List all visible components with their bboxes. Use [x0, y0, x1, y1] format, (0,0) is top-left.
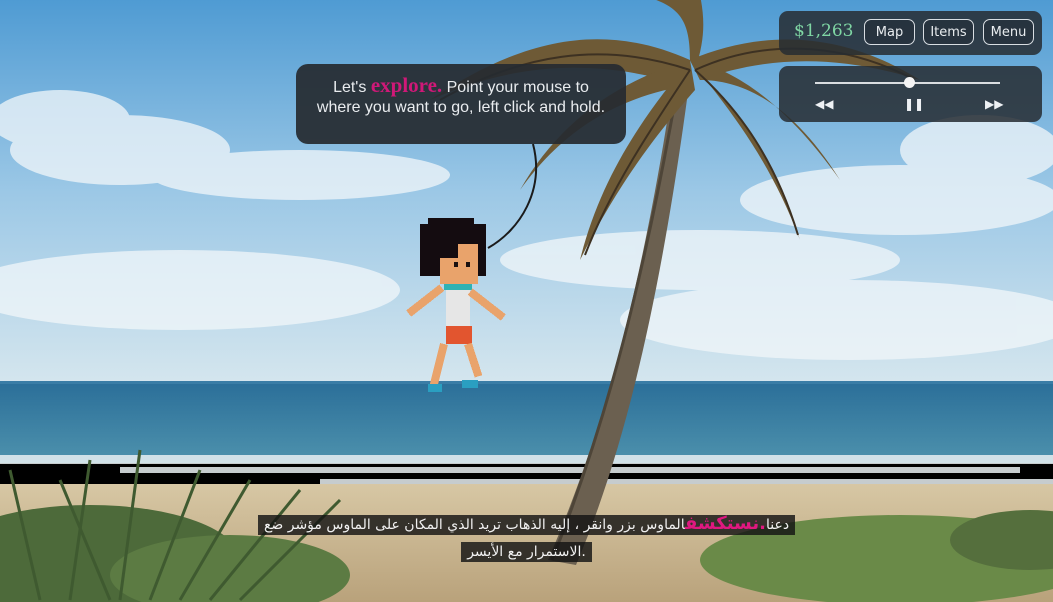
rewind-icon[interactable]: ◀◀: [815, 97, 833, 111]
dialog-prefix: Let's: [333, 79, 371, 96]
map-button[interactable]: Map: [864, 19, 915, 45]
surf: [0, 455, 1053, 485]
dialog-keyword: explore.: [370, 73, 443, 97]
subtitle-line-2: .الاستمرار مع الأيسر: [461, 542, 592, 562]
subtitle-keyword: .نستكشف: [684, 513, 766, 534]
hud-top-bar: $1,263 Map Items Menu: [779, 11, 1042, 55]
playback-progress-handle[interactable]: [904, 77, 916, 88]
subtitle-line-1: دعنا.نستكشفالماوس بزر وانقر ، إليه الذها…: [257, 513, 796, 535]
fast-forward-icon[interactable]: ▶▶: [985, 97, 1003, 111]
media-controls: ◀◀ ❚❚ ▶▶: [779, 66, 1042, 122]
subtitle: دعنا.نستكشفالماوس بزر وانقر ، إليه الذها…: [0, 510, 1053, 566]
game-viewport[interactable]: $1,263 Map Items Menu ◀◀ ❚❚ ▶▶ Let's exp…: [0, 0, 1053, 602]
subtitle-line-1-end: دعنا: [765, 517, 790, 533]
tutorial-dialog: Let's explore. Point your mouse to where…: [296, 64, 626, 144]
money-counter: $1,263: [794, 21, 854, 41]
menu-button[interactable]: Menu: [983, 19, 1034, 45]
subtitle-line-1-text: الماوس بزر وانقر ، إليه الذهاب تريد الذي…: [263, 517, 685, 533]
sea: [0, 383, 1053, 463]
pause-icon[interactable]: ❚❚: [904, 97, 924, 111]
items-button[interactable]: Items: [923, 19, 974, 45]
horizon-line: [0, 381, 1053, 384]
